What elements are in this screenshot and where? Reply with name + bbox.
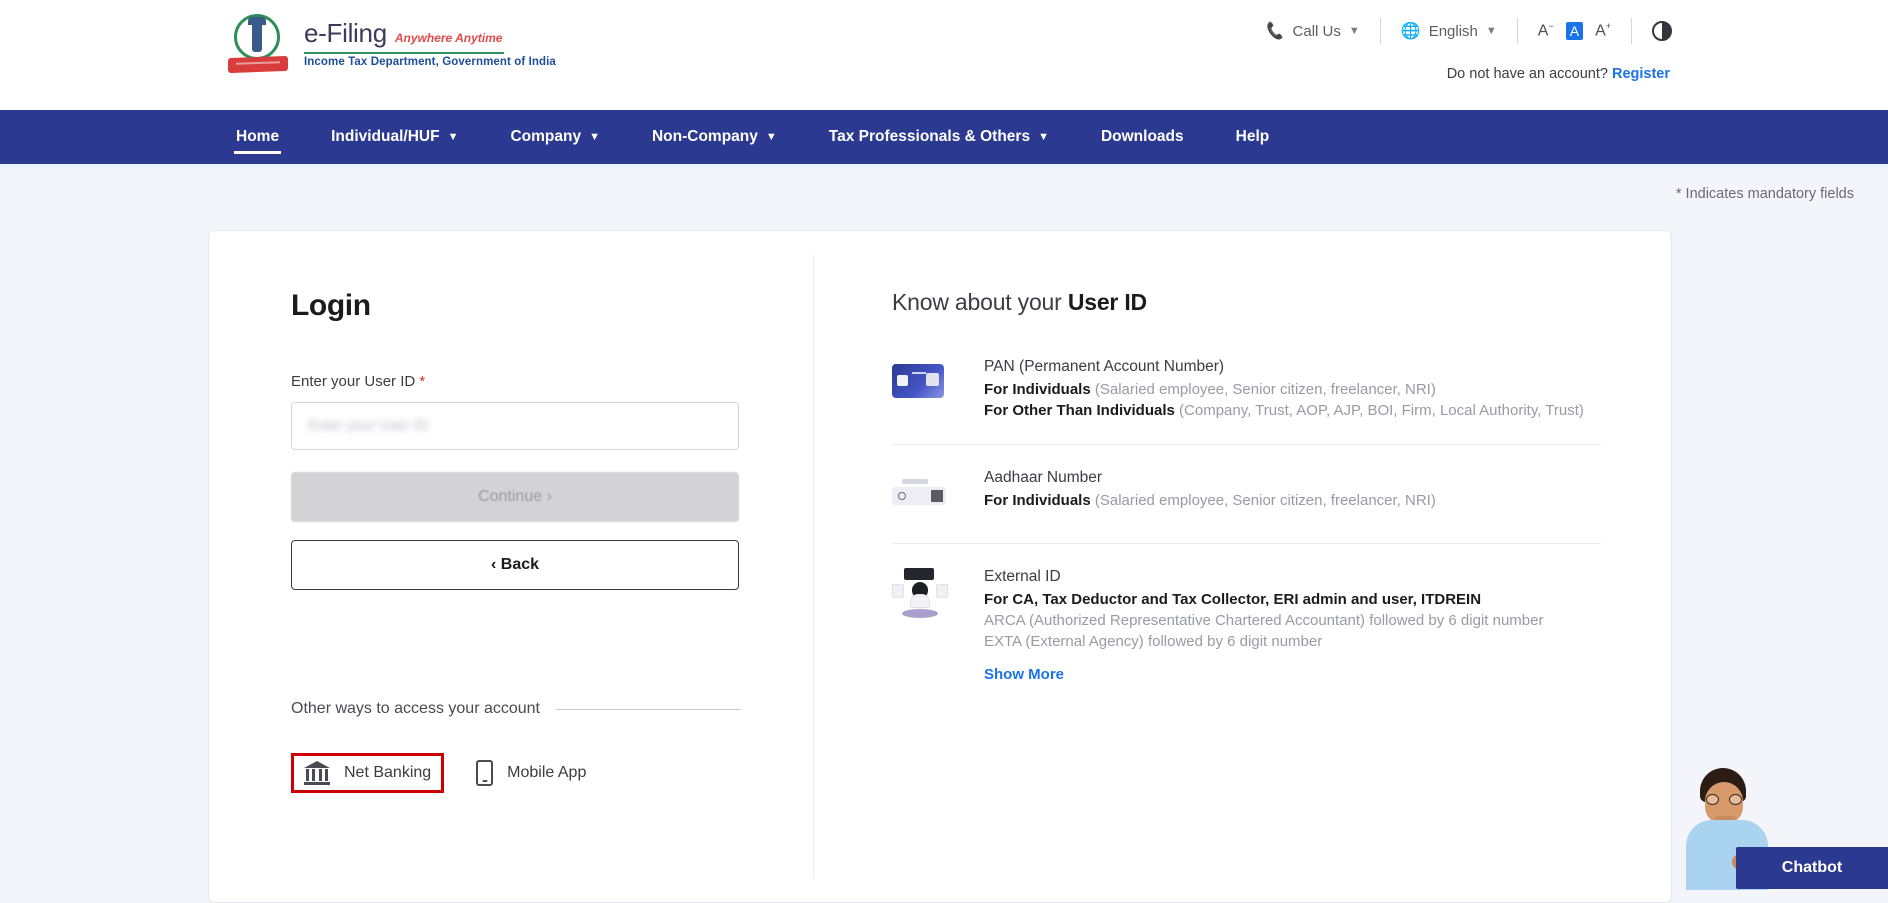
nav-label: Individual/HUF — [331, 128, 440, 146]
nav-label: Help — [1236, 128, 1270, 146]
continue-button[interactable]: Continue › — [291, 472, 739, 522]
list-item-body: External ID For CA, Tax Deductor and Tax… — [984, 568, 1601, 685]
nav-item-help[interactable]: Help — [1210, 110, 1296, 164]
india-emblem-icon — [228, 12, 290, 74]
nav-item-non-company[interactable]: Non-Company ▼ — [626, 110, 803, 164]
external-id-line-roles: For CA, Tax Deductor and Tax Collector, … — [984, 589, 1601, 610]
required-marker: * — [419, 373, 425, 390]
list-item-body: PAN (Permanent Account Number) For Indiv… — [984, 358, 1601, 422]
font-increase-button[interactable]: A+ — [1595, 21, 1611, 40]
pan-card-icon — [892, 358, 948, 410]
mandatory-fields-note: * Indicates mandatory fields — [0, 164, 1888, 202]
list-item: External ID For CA, Tax Deductor and Tax… — [892, 568, 1601, 707]
brand-logo[interactable]: e-Filing Anywhere Anytime Income Tax Dep… — [228, 12, 556, 74]
other-ways-header: Other ways to access your account — [291, 700, 741, 718]
user-id-placeholder: Enter your User ID — [308, 418, 428, 434]
login-card: Login Enter your User ID * Enter your Us… — [208, 230, 1672, 903]
language-selector[interactable]: 🌐 English ▼ — [1381, 21, 1517, 41]
nav-label: Company — [510, 128, 581, 146]
aadhaar-line-individuals: For Individuals (Salaried employee, Seni… — [984, 490, 1601, 511]
nav-label: Home — [236, 128, 279, 146]
chevron-down-icon: ▼ — [1486, 25, 1497, 37]
chevron-down-icon: ▼ — [589, 131, 600, 143]
account-prompt-label: Do not have an account? — [1447, 66, 1608, 82]
pan-line-individuals: For Individuals (Salaried employee, Seni… — [984, 379, 1601, 400]
call-us-label: Call Us — [1293, 23, 1341, 40]
phone-icon: 📞 — [1265, 21, 1286, 41]
external-id-line-exta: EXTA (External Agency) followed by 6 dig… — [984, 631, 1601, 652]
register-prompt: Do not have an account? Register — [1447, 62, 1862, 82]
show-more-link[interactable]: Show More — [984, 666, 1064, 683]
chatbot-button[interactable]: Chatbot — [1736, 847, 1888, 889]
main-navigation: Home Individual/HUF ▼ Company ▼ Non-Comp… — [0, 110, 1888, 164]
nav-item-tax-professionals[interactable]: Tax Professionals & Others ▼ — [803, 110, 1075, 164]
font-size-controls: A− A A+ — [1518, 21, 1631, 40]
nav-item-downloads[interactable]: Downloads — [1075, 110, 1210, 164]
userid-label: Enter your User ID * — [291, 373, 813, 390]
nav-item-individual-huf[interactable]: Individual/HUF ▼ — [305, 110, 484, 164]
brand-name: e-Filing — [304, 18, 387, 49]
top-header: e-Filing Anywhere Anytime Income Tax Dep… — [0, 0, 1888, 110]
brand-rule — [304, 52, 504, 54]
chevron-down-icon: ▼ — [448, 131, 459, 143]
nav-item-home[interactable]: Home — [210, 110, 305, 164]
register-link[interactable]: Register — [1612, 66, 1670, 82]
external-id-line-arca: ARCA (Authorized Representative Chartere… — [984, 610, 1601, 631]
external-id-icon — [892, 568, 948, 620]
external-id-heading: External ID — [984, 568, 1601, 586]
know-about-user-id-section: Know about your User ID PAN (Permanent A… — [814, 231, 1671, 902]
access-options: Net Banking Mobile App — [291, 752, 813, 794]
list-item: PAN (Permanent Account Number) For Indiv… — [892, 358, 1601, 445]
list-item: Aadhaar Number For Individuals (Salaried… — [892, 469, 1601, 544]
chevron-down-icon: ▼ — [1349, 25, 1360, 37]
mobile-app-option[interactable]: Mobile App — [466, 752, 596, 794]
other-ways-label: Other ways to access your account — [291, 700, 540, 718]
mobile-app-label: Mobile App — [507, 764, 586, 782]
know-panel-title: Know about your User ID — [892, 289, 1601, 316]
brand-text: e-Filing Anywhere Anytime Income Tax Dep… — [304, 18, 556, 68]
contrast-toggle[interactable] — [1632, 21, 1692, 41]
nav-item-company[interactable]: Company ▼ — [484, 110, 626, 164]
globe-icon: 🌐 — [1401, 21, 1421, 41]
net-banking-option[interactable]: Net Banking — [291, 753, 444, 793]
aadhaar-card-icon — [892, 469, 948, 521]
chatbot-widget[interactable]: Chatbot — [1668, 758, 1888, 903]
know-title-prefix: Know about your — [892, 289, 1062, 315]
language-label: English — [1429, 23, 1478, 40]
nav-label: Tax Professionals & Others — [829, 128, 1030, 146]
efiling-login-page: e-Filing Anywhere Anytime Income Tax Dep… — [0, 0, 1888, 903]
aadhaar-heading: Aadhaar Number — [984, 469, 1601, 487]
chevron-down-icon: ▼ — [1038, 131, 1049, 143]
net-banking-label: Net Banking — [344, 764, 431, 782]
font-decrease-button[interactable]: A− — [1538, 21, 1554, 40]
contrast-icon — [1652, 21, 1672, 41]
know-title-bold: User ID — [1068, 289, 1147, 315]
nav-bottom-accent — [0, 164, 1888, 168]
pan-heading: PAN (Permanent Account Number) — [984, 358, 1601, 376]
page-title: Login — [291, 289, 813, 323]
list-item-body: Aadhaar Number For Individuals (Salaried… — [984, 469, 1601, 521]
user-id-input[interactable]: Enter your User ID — [291, 402, 739, 450]
header-utilities: 📞 Call Us ▼ 🌐 English ▼ A− A A+ — [1246, 0, 1862, 82]
divider — [556, 709, 741, 710]
mobile-phone-icon — [476, 760, 493, 786]
brand-subtitle: Income Tax Department, Government of Ind… — [304, 56, 556, 68]
back-button[interactable]: ‹ Back — [291, 540, 739, 590]
chevron-down-icon: ▼ — [766, 131, 777, 143]
call-us-menu[interactable]: 📞 Call Us ▼ — [1246, 22, 1380, 40]
bank-icon — [304, 761, 330, 785]
brand-tagline: Anywhere Anytime — [395, 31, 503, 45]
user-id-types-list: PAN (Permanent Account Number) For Indiv… — [892, 358, 1601, 706]
font-normal-button[interactable]: A — [1566, 22, 1583, 40]
nav-label: Downloads — [1101, 128, 1184, 146]
login-form-section: Login Enter your User ID * Enter your Us… — [209, 231, 813, 902]
nav-label: Non-Company — [652, 128, 758, 146]
pan-line-other-than-individuals: For Other Than Individuals (Company, Tru… — [984, 400, 1601, 421]
